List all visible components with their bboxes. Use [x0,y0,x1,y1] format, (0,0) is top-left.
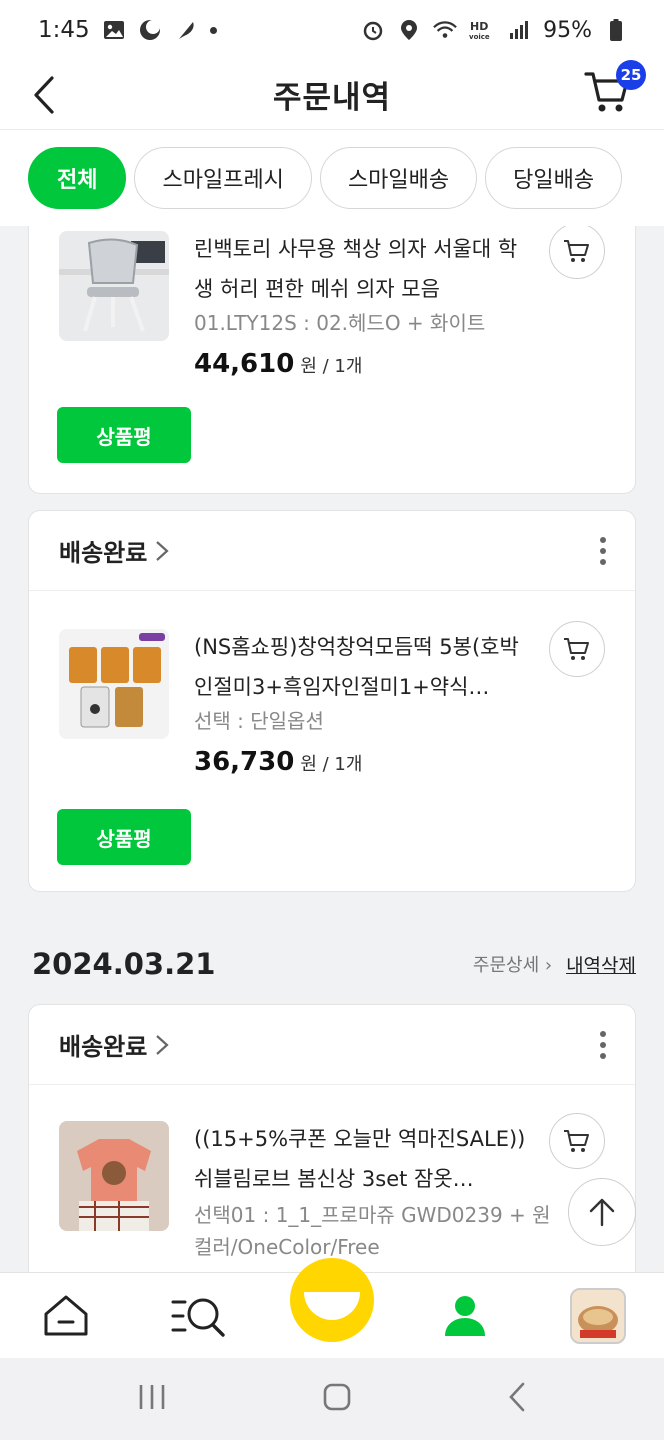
product-option: 01.LTY12S : 02.헤드O + 화이트 [194,311,486,335]
status-bar: 1:45 HD voice 95% [0,0,664,60]
price-unit: 원 / 1개 [300,754,363,775]
signal-icon [507,18,531,42]
product-option: 선택 : 단일옵션 [194,709,324,733]
order-card-header: 배송완료 [29,1005,635,1085]
cart-button[interactable]: 25 [582,60,646,120]
feather-icon [174,18,198,42]
nav-recent-product[interactable] [558,1276,638,1356]
wifi-icon [433,18,457,42]
recent-apps-icon [140,1385,165,1409]
system-navigation-bar [0,1358,664,1440]
add-to-cart-button[interactable] [549,1113,605,1169]
office-chair-image [59,231,169,341]
product-name[interactable]: (NS홈쇼핑)창억창억모듬떡 5봉(호박인절미3+흑임자인절미1+약식… [194,627,534,707]
recent-product-thumb [569,1287,626,1344]
nav-my-page[interactable] [425,1276,505,1356]
chevron-right-icon [156,540,169,561]
cart-icon [564,240,589,262]
product-option: 선택01 : 1_1_프로마쥬 GWD0239 + 원컬러/OneColor/F… [194,1203,551,1259]
nav-search-menu[interactable] [159,1276,239,1356]
rice-cake-packs-image [59,629,169,739]
location-icon [397,18,421,42]
product-image[interactable] [59,1121,169,1231]
price-value: 44,610 [194,349,295,379]
arrow-up-icon [589,1198,615,1227]
add-to-cart-button[interactable] [549,226,605,279]
order-list[interactable]: 린백토리 사무용 책상 의자 서울대 학생 허리 편한 메쉬 의자 모음 01.… [0,226,664,1272]
chevron-right-icon [156,1034,169,1055]
filter-chip-same-day[interactable]: 당일배송 [485,147,623,209]
filter-chip-smile-fresh[interactable]: 스마일프레시 [134,147,312,209]
gallery-icon [102,18,126,42]
alarm-icon [361,18,385,42]
more-options-icon[interactable] [593,533,613,569]
back-system-button[interactable] [507,1382,527,1416]
review-button[interactable]: 상품평 [57,407,191,463]
order-date: 2024.03.21 [32,947,216,981]
back-button[interactable] [24,68,64,122]
cart-icon [564,638,589,660]
recent-apps-button[interactable] [137,1383,167,1415]
review-button[interactable]: 상품평 [57,809,191,865]
smile-icon [304,1292,360,1320]
home-system-button[interactable] [322,1382,352,1416]
page-title: 주문내역 [272,80,392,116]
pajama-set-image [59,1121,169,1231]
svg-text:HD: HD [470,20,488,33]
order-date-row: 2024.03.21 주문상세 › 내역삭제 [32,944,636,984]
status-left: 1:45 [38,17,217,43]
more-options-icon[interactable] [593,1027,613,1063]
scroll-to-top-button[interactable] [568,1178,636,1246]
home-icon [44,1295,88,1335]
back-chevron-icon [508,1382,524,1412]
delivery-status: 배송완료 [59,1033,148,1061]
status-right: HD voice 95% [361,18,628,43]
delivery-status: 배송완료 [59,539,148,567]
product-image[interactable] [59,231,169,341]
product-name[interactable]: 린백토리 사무용 책상 의자 서울대 학생 허리 편한 메쉬 의자 모음 [194,229,534,309]
delete-history-link[interactable]: 내역삭제 [566,951,636,978]
order-detail-link[interactable]: 주문상세 › [473,951,552,977]
smile-home-button[interactable] [290,1258,374,1342]
cart-count-badge: 25 [616,60,646,90]
product-name[interactable]: ((15+5%쿠폰 오늘만 역마진SALE)) 쉬블림로브 봄신상 3set 잠… [194,1119,534,1199]
battery-level: 95% [543,17,592,43]
delivery-status-link[interactable]: 배송완료 [59,533,169,568]
notification-dot-icon [209,26,217,34]
cart-icon [564,1130,589,1152]
chevron-left-icon [34,76,54,114]
order-card: 린백토리 사무용 책상 의자 서울대 학생 허리 편한 메쉬 의자 모음 01.… [28,226,636,494]
price-unit: 원 / 1개 [300,356,363,377]
order-card-header: 배송완료 [29,511,635,591]
order-date-actions: 주문상세 › 내역삭제 [473,951,636,978]
delivery-status-link[interactable]: 배송완료 [59,1027,169,1062]
order-card: 배송완료 (NS홈쇼핑)창억창억모듬떡 5봉(호박인절미3+흑임자인절미1+약식… [28,510,636,892]
filter-chip-all[interactable]: 전체 [28,147,127,209]
product-price: 44,610 원 / 1개 [194,349,362,379]
add-to-cart-button[interactable] [549,621,605,677]
home-square-icon [323,1383,351,1411]
product-price: 36,730 원 / 1개 [194,747,362,777]
app-header: 주문내역 25 [0,60,664,130]
hd-voice-icon: HD voice [469,18,495,42]
status-time: 1:45 [38,17,90,43]
filter-chip-smile-delivery[interactable]: 스마일배송 [319,147,478,209]
moon-icon [138,18,162,42]
order-card: 배송완료 ((15+5%쿠폰 오늘만 역마진SALE)) 쉬블림로브 봄신상 3… [28,1004,636,1272]
filter-chip-bar: 전체 스마일프레시 스마일배송 당일배송 [0,130,664,226]
battery-icon [604,18,628,42]
product-image[interactable] [59,629,169,739]
my-page-icon [444,1295,485,1336]
search-menu-icon [171,1298,225,1337]
svg-text:voice: voice [469,33,490,41]
nav-home[interactable] [26,1276,106,1356]
price-value: 36,730 [194,747,295,777]
